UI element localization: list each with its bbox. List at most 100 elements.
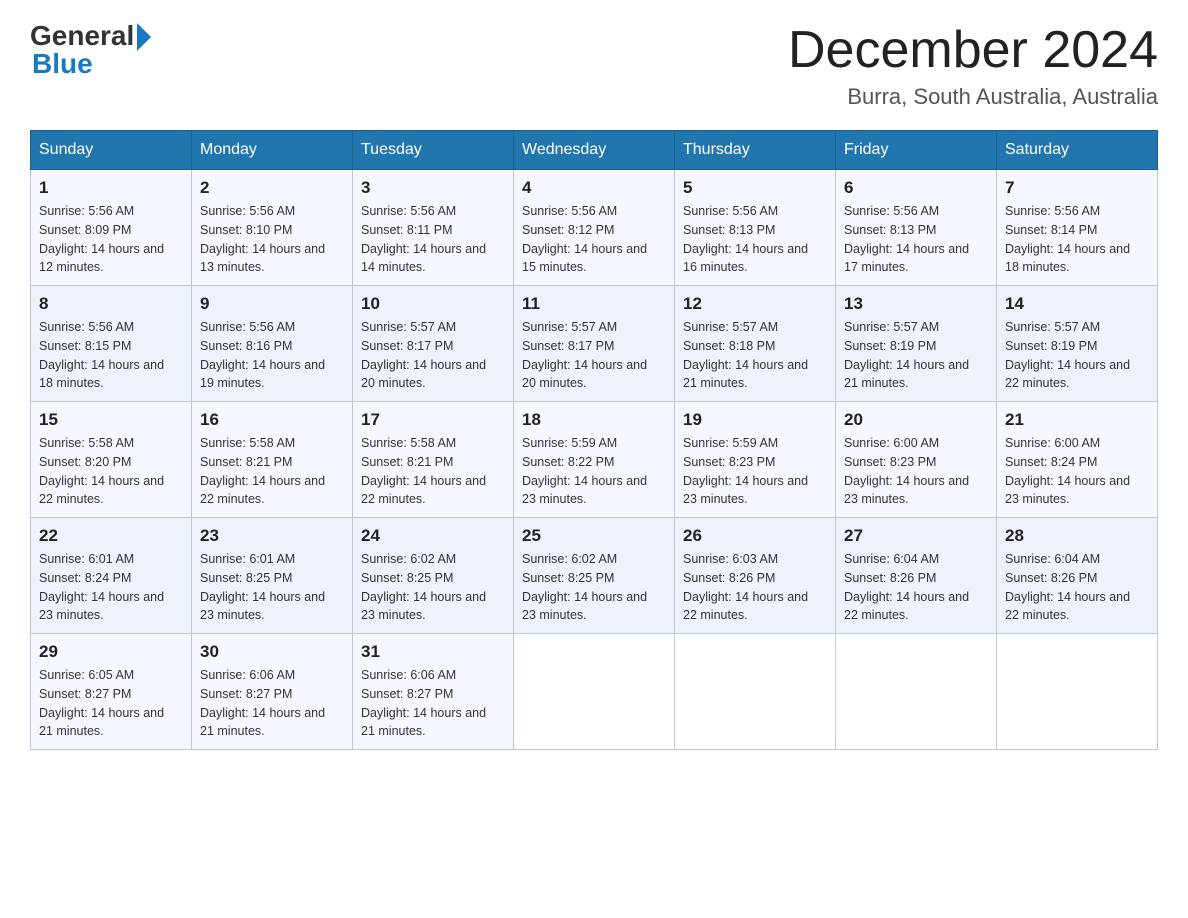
calendar-week-row: 29 Sunrise: 6:05 AMSunset: 8:27 PMDayligh…: [31, 634, 1158, 750]
calendar-cell: 19 Sunrise: 5:59 AMSunset: 8:23 PMDayligh…: [675, 402, 836, 518]
title-block: December 2024 Burra, South Australia, Au…: [788, 20, 1158, 110]
calendar-cell: 1 Sunrise: 5:56 AMSunset: 8:09 PMDaylight…: [31, 170, 192, 286]
column-header-sunday: Sunday: [31, 131, 192, 170]
calendar-cell: 17Sunrise: 5:58 AMSunset: 8:21 PMDayligh…: [353, 402, 514, 518]
calendar-cell: 4 Sunrise: 5:56 AMSunset: 8:12 PMDaylight…: [514, 170, 675, 286]
calendar-cell: 24 Sunrise: 6:02 AMSunset: 8:25 PMDayligh…: [353, 518, 514, 634]
column-header-monday: Monday: [192, 131, 353, 170]
calendar-cell: 26Sunrise: 6:03 AMSunset: 8:26 PMDayligh…: [675, 518, 836, 634]
day-info: Sunrise: 5:57 AMSunset: 8:19 PMDaylight:…: [1005, 318, 1149, 393]
day-number: 21: [1005, 410, 1149, 430]
day-info: Sunrise: 5:56 AMSunset: 8:16 PMDaylight:…: [200, 318, 344, 393]
day-number: 23: [200, 526, 344, 546]
day-number: 5: [683, 178, 827, 198]
day-info: Sunrise: 6:05 AMSunset: 8:27 PMDaylight:…: [39, 666, 183, 741]
day-info: Sunrise: 5:58 AMSunset: 8:20 PMDaylight:…: [39, 434, 183, 509]
day-number: 4: [522, 178, 666, 198]
calendar-cell: 29 Sunrise: 6:05 AMSunset: 8:27 PMDayligh…: [31, 634, 192, 750]
day-number: 26: [683, 526, 827, 546]
day-number: 15: [39, 410, 183, 430]
day-number: 11: [522, 294, 666, 314]
day-info: Sunrise: 5:59 AMSunset: 8:23 PMDaylight:…: [683, 434, 827, 509]
day-number: 28: [1005, 526, 1149, 546]
calendar-cell: 11 Sunrise: 5:57 AMSunset: 8:17 PMDayligh…: [514, 286, 675, 402]
column-header-saturday: Saturday: [997, 131, 1158, 170]
day-info: Sunrise: 5:56 AMSunset: 8:11 PMDaylight:…: [361, 202, 505, 277]
day-info: Sunrise: 5:56 AMSunset: 8:09 PMDaylight:…: [39, 202, 183, 277]
calendar-cell: 18 Sunrise: 5:59 AMSunset: 8:22 PMDayligh…: [514, 402, 675, 518]
day-info: Sunrise: 5:56 AMSunset: 8:15 PMDaylight:…: [39, 318, 183, 393]
calendar-cell: 3 Sunrise: 5:56 AMSunset: 8:11 PMDaylight…: [353, 170, 514, 286]
logo: General Blue: [30, 20, 151, 80]
calendar-cell: 6Sunrise: 5:56 AMSunset: 8:13 PMDaylight…: [836, 170, 997, 286]
day-info: Sunrise: 6:02 AMSunset: 8:25 PMDaylight:…: [522, 550, 666, 625]
day-number: 17: [361, 410, 505, 430]
calendar-cell: [514, 634, 675, 750]
day-number: 2: [200, 178, 344, 198]
column-header-tuesday: Tuesday: [353, 131, 514, 170]
day-info: Sunrise: 5:59 AMSunset: 8:22 PMDaylight:…: [522, 434, 666, 509]
day-info: Sunrise: 6:04 AMSunset: 8:26 PMDaylight:…: [844, 550, 988, 625]
calendar-cell: 31 Sunrise: 6:06 AMSunset: 8:27 PMDayligh…: [353, 634, 514, 750]
day-info: Sunrise: 6:01 AMSunset: 8:25 PMDaylight:…: [200, 550, 344, 625]
logo-triangle-icon: [137, 23, 151, 51]
column-header-wednesday: Wednesday: [514, 131, 675, 170]
calendar-cell: 14Sunrise: 5:57 AMSunset: 8:19 PMDayligh…: [997, 286, 1158, 402]
calendar-cell: 30Sunrise: 6:06 AMSunset: 8:27 PMDayligh…: [192, 634, 353, 750]
day-info: Sunrise: 6:02 AMSunset: 8:25 PMDaylight:…: [361, 550, 505, 625]
day-info: Sunrise: 6:06 AMSunset: 8:27 PMDaylight:…: [361, 666, 505, 741]
day-number: 18: [522, 410, 666, 430]
day-number: 20: [844, 410, 988, 430]
day-number: 3: [361, 178, 505, 198]
calendar-cell: 28 Sunrise: 6:04 AMSunset: 8:26 PMDayligh…: [997, 518, 1158, 634]
day-info: Sunrise: 5:56 AMSunset: 8:13 PMDaylight:…: [683, 202, 827, 277]
day-number: 1: [39, 178, 183, 198]
calendar-cell: 15 Sunrise: 5:58 AMSunset: 8:20 PMDayligh…: [31, 402, 192, 518]
day-info: Sunrise: 6:00 AMSunset: 8:24 PMDaylight:…: [1005, 434, 1149, 509]
day-number: 7: [1005, 178, 1149, 198]
day-info: Sunrise: 5:57 AMSunset: 8:17 PMDaylight:…: [361, 318, 505, 393]
column-header-thursday: Thursday: [675, 131, 836, 170]
day-info: Sunrise: 5:57 AMSunset: 8:17 PMDaylight:…: [522, 318, 666, 393]
day-number: 24: [361, 526, 505, 546]
day-number: 22: [39, 526, 183, 546]
day-number: 13: [844, 294, 988, 314]
calendar-table: SundayMondayTuesdayWednesdayThursdayFrid…: [30, 130, 1158, 750]
calendar-week-row: 1 Sunrise: 5:56 AMSunset: 8:09 PMDaylight…: [31, 170, 1158, 286]
day-number: 8: [39, 294, 183, 314]
day-number: 10: [361, 294, 505, 314]
calendar-cell: 13 Sunrise: 5:57 AMSunset: 8:19 PMDayligh…: [836, 286, 997, 402]
calendar-body: 1 Sunrise: 5:56 AMSunset: 8:09 PMDaylight…: [31, 170, 1158, 750]
day-info: Sunrise: 6:06 AMSunset: 8:27 PMDaylight:…: [200, 666, 344, 741]
calendar-cell: 10 Sunrise: 5:57 AMSunset: 8:17 PMDayligh…: [353, 286, 514, 402]
calendar-cell: 5 Sunrise: 5:56 AMSunset: 8:13 PMDaylight…: [675, 170, 836, 286]
day-number: 19: [683, 410, 827, 430]
page-header: General Blue December 2024 Burra, South …: [30, 20, 1158, 110]
day-number: 29: [39, 642, 183, 662]
day-info: Sunrise: 5:58 AMSunset: 8:21 PMDaylight:…: [200, 434, 344, 509]
day-info: Sunrise: 5:56 AMSunset: 8:12 PMDaylight:…: [522, 202, 666, 277]
calendar-subtitle: Burra, South Australia, Australia: [788, 84, 1158, 110]
calendar-cell: 25 Sunrise: 6:02 AMSunset: 8:25 PMDayligh…: [514, 518, 675, 634]
calendar-cell: 9Sunrise: 5:56 AMSunset: 8:16 PMDaylight…: [192, 286, 353, 402]
day-info: Sunrise: 6:04 AMSunset: 8:26 PMDaylight:…: [1005, 550, 1149, 625]
day-number: 27: [844, 526, 988, 546]
header-row: SundayMondayTuesdayWednesdayThursdayFrid…: [31, 131, 1158, 170]
day-info: Sunrise: 6:00 AMSunset: 8:23 PMDaylight:…: [844, 434, 988, 509]
calendar-cell: 20 Sunrise: 6:00 AMSunset: 8:23 PMDayligh…: [836, 402, 997, 518]
calendar-header: SundayMondayTuesdayWednesdayThursdayFrid…: [31, 131, 1158, 170]
day-info: Sunrise: 5:57 AMSunset: 8:19 PMDaylight:…: [844, 318, 988, 393]
calendar-cell: [997, 634, 1158, 750]
day-number: 6: [844, 178, 988, 198]
day-number: 31: [361, 642, 505, 662]
day-info: Sunrise: 5:57 AMSunset: 8:18 PMDaylight:…: [683, 318, 827, 393]
day-info: Sunrise: 6:01 AMSunset: 8:24 PMDaylight:…: [39, 550, 183, 625]
calendar-cell: [836, 634, 997, 750]
calendar-cell: 22 Sunrise: 6:01 AMSunset: 8:24 PMDayligh…: [31, 518, 192, 634]
calendar-cell: 21 Sunrise: 6:00 AMSunset: 8:24 PMDayligh…: [997, 402, 1158, 518]
day-number: 12: [683, 294, 827, 314]
day-number: 25: [522, 526, 666, 546]
calendar-cell: 23 Sunrise: 6:01 AMSunset: 8:25 PMDayligh…: [192, 518, 353, 634]
calendar-title: December 2024: [788, 20, 1158, 80]
calendar-week-row: 8 Sunrise: 5:56 AMSunset: 8:15 PMDaylight…: [31, 286, 1158, 402]
